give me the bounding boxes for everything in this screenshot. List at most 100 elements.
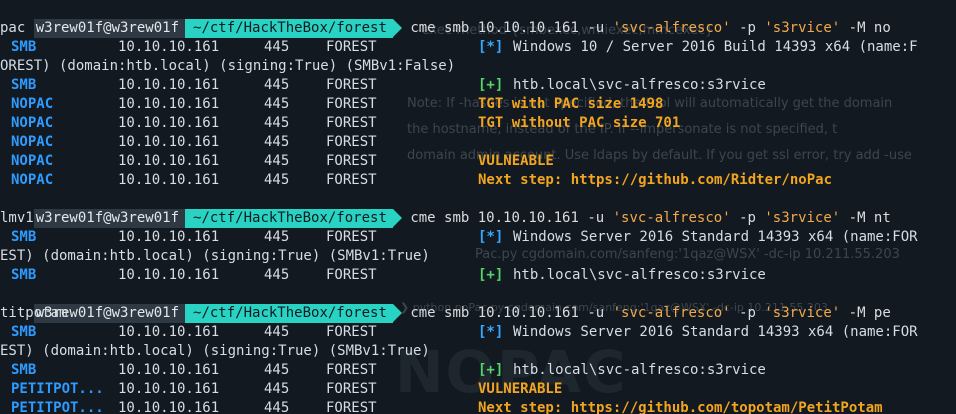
protocol-label: PETITPOT... <box>11 381 104 397</box>
ghost-text-line: Pac.py cgdomain.com/sanfeng:'1qaz@WSX' -… <box>475 247 900 262</box>
terminal-window[interactable]: -exec-method {smbexec,wmiexec,mmcexec} N… <box>0 0 956 414</box>
output-row: PETITPOT... 10.10.10.161 445 FOREST VULN… <box>0 380 956 399</box>
protocol-label: PETITPOT... <box>11 400 104 414</box>
prompt-line: w3rew01f@w3rew01f ~/ctf/HackTheBox/forest… <box>0 0 891 38</box>
output-row: SMB 10.10.10.161 445 FOREST [+] htb.loca… <box>0 76 956 95</box>
ip-address: 10.10.10.161 <box>118 39 220 55</box>
port: 445 <box>264 400 290 414</box>
output-wrap: OREST) (domain:htb.local) (signing:True)… <box>0 58 456 74</box>
hostname: FOREST <box>326 267 377 283</box>
port: 445 <box>264 134 290 150</box>
output-wrap: EST) (domain:htb.local) (signing:True) (… <box>0 343 430 359</box>
hostname: FOREST <box>326 172 377 188</box>
hostname: FOREST <box>326 324 377 340</box>
port: 445 <box>264 77 290 93</box>
output-message: TGT without PAC size 701 <box>478 115 681 131</box>
protocol-label: SMB <box>11 77 37 93</box>
prompt-separator-icon <box>392 209 402 227</box>
status-tag: [*] <box>478 229 504 245</box>
prompt-separator-icon <box>392 304 402 322</box>
output-link[interactable]: Next step: https://github.com/topotam/Pe… <box>478 399 883 414</box>
ip-address: 10.10.10.161 <box>118 77 220 93</box>
protocol-label: NOPAC <box>11 134 54 150</box>
output-message: VULNERABLE <box>478 381 563 397</box>
port: 445 <box>264 362 290 378</box>
prompt-line: w3rew01f@w3rew01f ~/ctf/HackTheBox/forest… <box>0 190 891 228</box>
command-text: cme smb 10.10.10.161 -u <box>410 305 613 321</box>
hostname: FOREST <box>326 134 377 150</box>
command-username: 'svc-alfresco' <box>612 20 731 36</box>
ip-address: 10.10.10.161 <box>118 153 220 169</box>
port: 445 <box>264 96 290 112</box>
output-row: NOPAC 10.10.10.161 445 FOREST TGT with P… <box>0 95 956 114</box>
command-text: -M pe <box>840 305 891 321</box>
hostname: FOREST <box>326 115 377 131</box>
output-message: Windows Server 2016 Standard 14393 x64 (… <box>513 324 918 340</box>
prompt-path: ~/ctf/HackTheBox/forest <box>185 19 393 38</box>
ip-address: 10.10.10.161 <box>118 324 220 340</box>
output-link[interactable]: Next step: https://github.com/Ridter/noP… <box>478 171 832 190</box>
output-row: SMB 10.10.10.161 445 FOREST [+] htb.loca… <box>0 266 956 285</box>
protocol-label: SMB <box>11 267 37 283</box>
command-text: cme smb 10.10.10.161 -u <box>410 20 613 36</box>
command-password: 's3rvice' <box>764 210 841 226</box>
ip-address: 10.10.10.161 <box>118 115 220 131</box>
command-username: 'svc-alfresco' <box>612 210 731 226</box>
hostname: FOREST <box>326 229 377 245</box>
hostname: FOREST <box>326 77 377 93</box>
command-text: -M nt <box>840 210 891 226</box>
output-row: SMB 10.10.10.161 445 FOREST [*] Windows … <box>0 38 956 57</box>
hostname: FOREST <box>326 400 377 414</box>
status-tag: [+] <box>478 77 504 93</box>
status-tag: [+] <box>478 267 504 283</box>
prompt-separator-icon <box>392 19 402 37</box>
port: 445 <box>264 324 290 340</box>
output-message: htb.local\svc-alfresco:s3rvice <box>513 362 766 378</box>
status-tag: [*] <box>478 324 504 340</box>
output-message: VULNEABLE <box>478 153 554 169</box>
port: 445 <box>264 172 290 188</box>
output-row: NOPAC 10.10.10.161 445 FOREST VULNEABLE <box>0 152 956 171</box>
output-message: htb.local\svc-alfresco:s3rvice <box>513 267 766 283</box>
ip-address: 10.10.10.161 <box>118 172 220 188</box>
protocol-label: NOPAC <box>11 153 54 169</box>
hostname: FOREST <box>326 39 377 55</box>
ip-address: 10.10.10.161 <box>118 267 220 283</box>
output-row: SMB 10.10.10.161 445 FOREST [*] Windows … <box>0 228 956 247</box>
protocol-label: SMB <box>11 362 37 378</box>
port: 445 <box>264 381 290 397</box>
output-row: NOPAC 10.10.10.161 445 FOREST <box>0 133 956 152</box>
protocol-label: NOPAC <box>11 172 54 188</box>
ip-address: 10.10.10.161 <box>118 96 220 112</box>
protocol-label: SMB <box>11 324 37 340</box>
command-text: -p <box>730 210 765 226</box>
command-text: -p <box>730 20 765 36</box>
output-message: Windows Server 2016 Standard 14393 x64 (… <box>513 229 918 245</box>
prompt-path: ~/ctf/HackTheBox/forest <box>185 209 393 228</box>
command-username: 'svc-alfresco' <box>612 305 731 321</box>
output-row: NOPAC 10.10.10.161 445 FOREST Next step:… <box>0 171 956 190</box>
protocol-label: SMB <box>11 229 37 245</box>
command-wrap: lmv1 <box>0 210 34 226</box>
port: 445 <box>264 39 290 55</box>
output-row: SMB 10.10.10.161 445 FOREST [*] Windows … <box>0 323 956 342</box>
command-text: -p <box>730 305 765 321</box>
port: 445 <box>264 267 290 283</box>
port: 445 <box>264 229 290 245</box>
status-tag: [*] <box>478 39 504 55</box>
prompt-user: w3rew01f@w3rew01f <box>33 19 186 38</box>
output-message: TGT with PAC size 1498 <box>478 96 664 112</box>
hostname: FOREST <box>326 362 377 378</box>
output-wrap: EST) (domain:htb.local) (signing:True) (… <box>0 248 430 264</box>
hostname: FOREST <box>326 381 377 397</box>
protocol-label: NOPAC <box>11 96 54 112</box>
command-wrap: titpotam <box>0 305 68 321</box>
command-password: 's3rvice' <box>764 20 841 36</box>
output-row: PETITPOT... 10.10.10.161 445 FOREST Next… <box>0 399 956 414</box>
output-row: SMB 10.10.10.161 445 FOREST [+] htb.loca… <box>0 361 956 380</box>
prompt-line: w3rew01f@w3rew01f ~/ctf/HackTheBox/forest… <box>0 285 891 323</box>
hostname: FOREST <box>326 153 377 169</box>
command-password: 's3rvice' <box>764 305 841 321</box>
prompt-path: ~/ctf/HackTheBox/forest <box>185 304 393 323</box>
port: 445 <box>264 153 290 169</box>
